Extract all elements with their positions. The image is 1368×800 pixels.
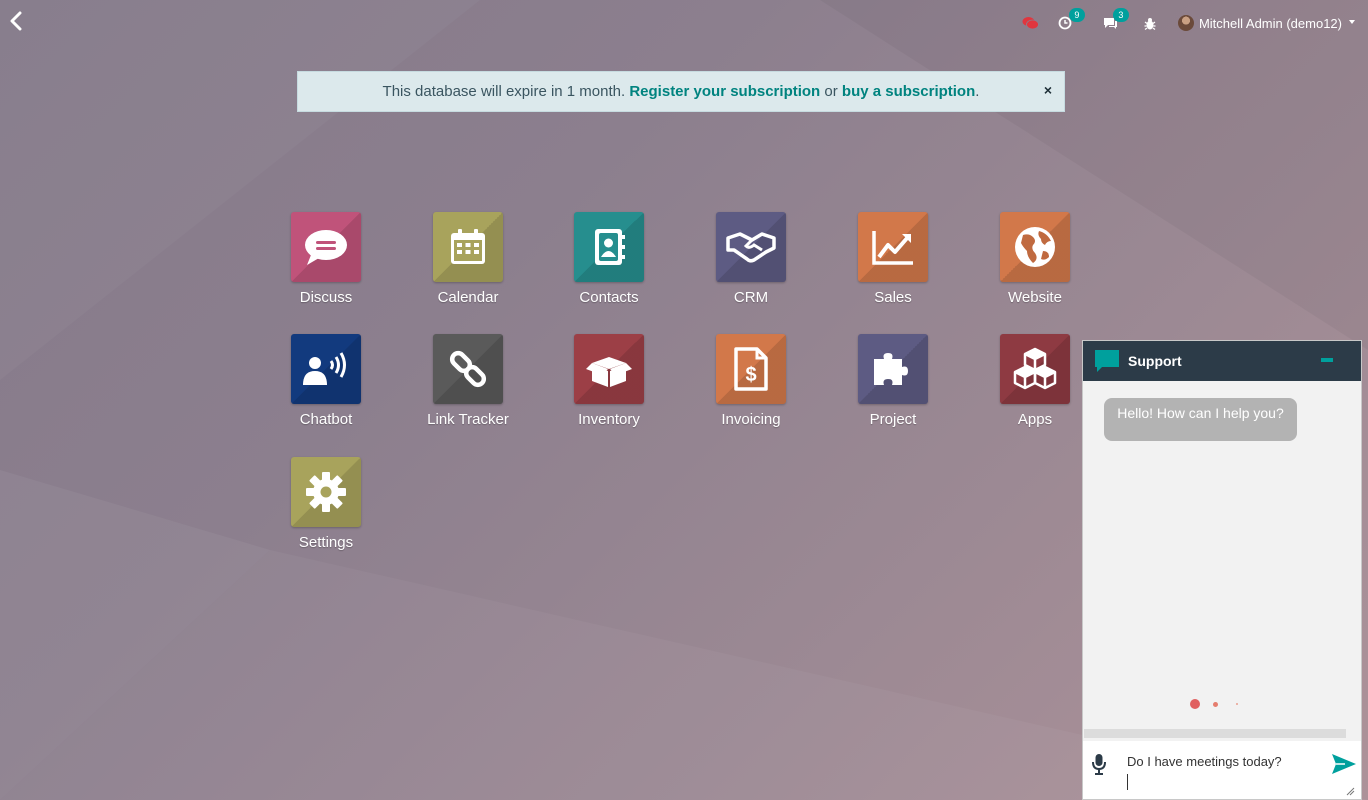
buy-subscription-link[interactable]: buy a subscription [842, 83, 975, 100]
register-subscription-link[interactable]: Register your subscription [629, 83, 820, 100]
chat-message-input[interactable]: Do I have meetings today? [1127, 752, 1317, 790]
typing-dot [1190, 699, 1200, 709]
app-project[interactable]: Project [843, 334, 943, 428]
app-chatbot[interactable]: Chatbot [276, 334, 376, 428]
app-apps[interactable]: Apps [985, 334, 1085, 428]
chart-line-icon [872, 231, 913, 265]
caret-down-icon [1349, 20, 1355, 24]
app-label: Chatbot [299, 411, 353, 428]
chat-bubble-icon [305, 230, 347, 265]
expiration-banner: This database will expire in 1 month. Re… [297, 71, 1065, 112]
app-label: Website [1008, 289, 1062, 306]
microphone-icon[interactable] [1091, 753, 1107, 775]
app-link-tracker[interactable]: Link Tracker [418, 334, 518, 428]
app-label: Discuss [299, 289, 353, 306]
app-icon-tile [858, 212, 928, 282]
app-label: CRM [733, 289, 769, 306]
app-icon-tile [1000, 212, 1070, 282]
app-sales[interactable]: Sales [843, 212, 943, 306]
systray: 9 3 Mitchell Admin (demo12) [1022, 8, 1368, 36]
app-icon-tile [291, 212, 361, 282]
app-label: Invoicing [721, 411, 781, 428]
app-website[interactable]: Website [985, 212, 1085, 306]
livechat-button[interactable] [1022, 16, 1039, 30]
app-inventory[interactable]: Inventory [559, 334, 659, 428]
app-icon-tile: $ [716, 334, 786, 404]
support-chat-window: Support Hello! How can I help you? Do I … [1082, 340, 1362, 800]
user-name: Mitchell Admin (demo12) [1198, 15, 1342, 31]
chatbot-speaker-icon [303, 352, 346, 385]
app-label: Calendar [437, 289, 499, 306]
handshake-icon [726, 232, 776, 263]
app-label: Contacts [579, 289, 639, 306]
app-calendar[interactable]: Calendar [418, 212, 518, 306]
app-crm[interactable]: CRM [701, 212, 801, 306]
resize-handle-icon[interactable] [1346, 787, 1355, 796]
livechat-bubbles-icon [1022, 17, 1039, 30]
send-arrow-icon[interactable] [1331, 753, 1357, 775]
svg-text:$: $ [745, 364, 756, 386]
chat-input-row: Do I have meetings today? [1083, 741, 1361, 799]
app-invoicing[interactable]: $ Invoicing [701, 334, 801, 428]
bot-message-bubble: Hello! How can I help you? [1104, 398, 1297, 441]
app-discuss[interactable]: Discuss [276, 212, 376, 306]
messages-count-badge: 3 [1112, 8, 1129, 22]
chat-input-value: Do I have meetings today? [1127, 754, 1282, 769]
app-icon-tile [1000, 334, 1070, 404]
debug-button[interactable] [1144, 17, 1156, 30]
avatar [1177, 15, 1194, 31]
typing-dot [1213, 702, 1218, 707]
app-icon-tile [574, 212, 644, 282]
box-icon [586, 357, 632, 387]
globe-icon [1015, 227, 1055, 267]
address-book-icon [595, 229, 625, 265]
activity-count-badge: 9 [1068, 8, 1085, 22]
chevron-left-icon [10, 11, 22, 31]
user-menu[interactable]: Mitchell Admin (demo12) [1177, 15, 1355, 31]
messages-button[interactable]: 3 [1102, 8, 1129, 30]
banner-close-button[interactable]: × [1044, 82, 1052, 98]
app-icon-tile [574, 334, 644, 404]
back-button[interactable] [8, 11, 28, 33]
app-icon-tile [858, 334, 928, 404]
cubes-icon [1013, 347, 1057, 390]
minimize-icon[interactable] [1321, 358, 1333, 362]
link-icon [449, 350, 487, 388]
text-cursor [1127, 774, 1128, 790]
app-label: Apps [1017, 411, 1053, 428]
app-icon-tile [433, 212, 503, 282]
banner-period: . [975, 83, 980, 100]
app-label: Link Tracker [427, 411, 509, 428]
app-settings[interactable]: Settings [276, 457, 376, 551]
activity-button[interactable]: 9 [1058, 8, 1085, 30]
chat-square-icon [1095, 350, 1119, 372]
horizontal-scrollbar[interactable] [1084, 729, 1346, 738]
app-contacts[interactable]: Contacts [559, 212, 659, 306]
app-icon-tile [716, 212, 786, 282]
calendar-icon [451, 229, 485, 264]
chat-header[interactable]: Support [1083, 341, 1361, 381]
app-label: Settings [298, 534, 354, 551]
invoice-dollar-icon: $ [734, 347, 768, 391]
app-icon-tile [291, 457, 361, 527]
app-icon-tile [433, 334, 503, 404]
chat-title: Support [1128, 353, 1182, 369]
banner-or-text: or [824, 83, 838, 100]
app-icon-tile [291, 334, 361, 404]
app-label: Sales [874, 289, 912, 306]
banner-text: This database will expire in 1 month. [382, 83, 626, 100]
gear-icon [306, 472, 346, 512]
puzzle-icon [874, 353, 908, 385]
bug-icon [1144, 17, 1156, 30]
typing-dot [1236, 703, 1238, 705]
app-label: Project [869, 411, 917, 428]
app-label: Inventory [578, 411, 640, 428]
